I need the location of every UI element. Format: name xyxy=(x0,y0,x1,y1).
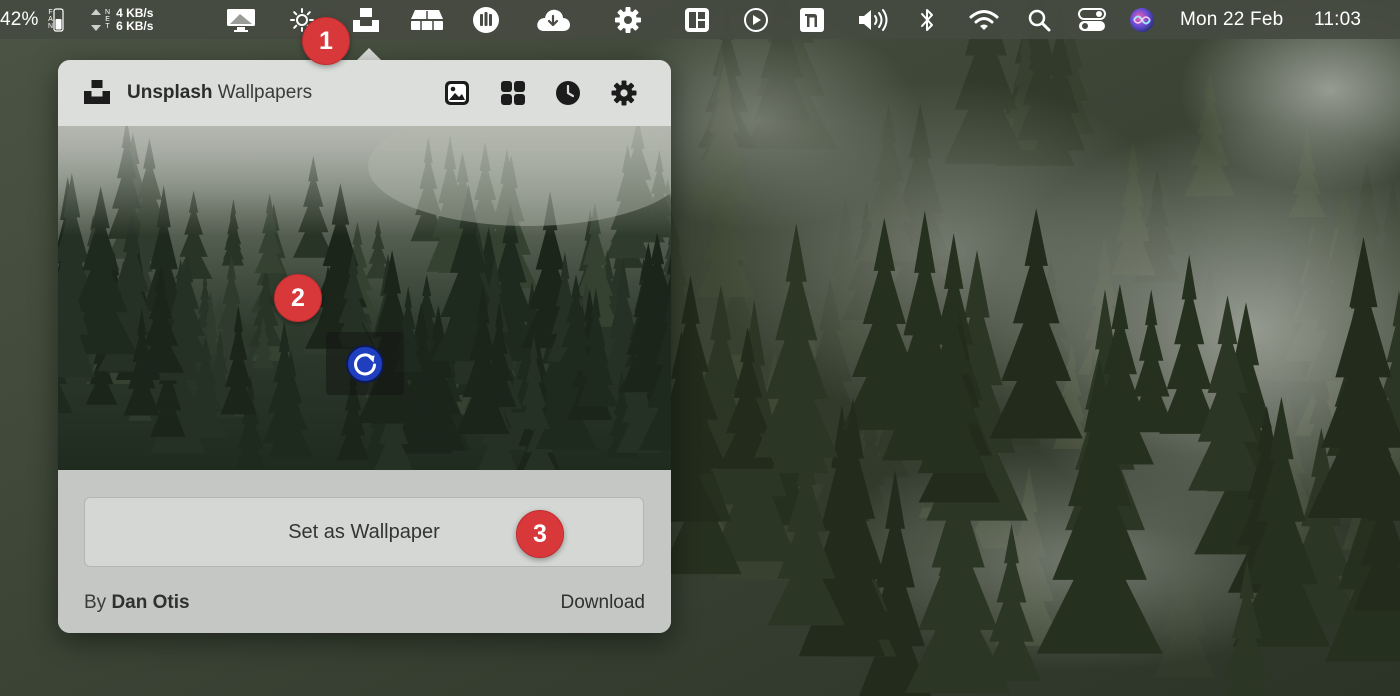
download-link[interactable]: Download xyxy=(561,592,646,614)
menu-bar: 42% F A N N E T 4 KB/s 6 KB/s Mon 22 Feb… xyxy=(0,0,1400,39)
notion-icon[interactable] xyxy=(797,0,827,39)
cloud-icon[interactable] xyxy=(532,0,574,39)
refresh-wallpaper-button[interactable] xyxy=(326,332,404,395)
annotation-badge-3: 3 xyxy=(516,510,564,558)
unsplash-logo-icon xyxy=(84,80,110,104)
upload-speed: 4 KB/s xyxy=(116,5,154,20)
display-icon[interactable] xyxy=(222,0,260,39)
bluetooth-icon[interactable] xyxy=(914,0,940,39)
siri-icon[interactable] xyxy=(1127,0,1157,39)
refresh-icon xyxy=(346,344,384,383)
photo-author: By Dan Otis xyxy=(84,592,190,613)
grid-icon[interactable] xyxy=(498,78,528,108)
wifi-icon[interactable] xyxy=(966,0,1002,39)
network-arrows-icon xyxy=(91,8,101,31)
date-display[interactable]: Mon 22 Feb xyxy=(1180,0,1304,39)
annotation-badge-2: 2 xyxy=(274,274,322,322)
volume-icon[interactable] xyxy=(855,0,891,39)
unsplash-wallpapers-popover: Unsplash Wallpapers Set as Wallpaper By … xyxy=(58,60,671,633)
annotation-badge-1: 1 xyxy=(302,17,350,65)
battery-percent: 42% xyxy=(0,8,39,30)
gear-icon[interactable] xyxy=(612,0,644,39)
layout-icon[interactable] xyxy=(682,0,712,39)
fan-gauge-icon xyxy=(53,7,64,32)
network-monitor[interactable]: N E T 4 KB/s 6 KB/s xyxy=(90,0,180,39)
download-speed: 6 KB/s xyxy=(116,18,154,33)
popover-title: Unsplash Wallpapers xyxy=(127,82,313,103)
wallpaper-preview xyxy=(58,126,671,470)
settings-icon[interactable] xyxy=(609,78,639,108)
unsplash-icon[interactable] xyxy=(349,0,383,39)
popover-footer: Set as Wallpaper By Dan Otis Download xyxy=(58,470,671,633)
net-label: N E T xyxy=(105,9,111,30)
control-center-icon[interactable] xyxy=(1074,0,1110,39)
toggl-icon[interactable] xyxy=(470,0,502,39)
image-icon[interactable] xyxy=(442,78,472,108)
author-name[interactable]: Dan Otis xyxy=(111,592,189,613)
search-icon[interactable] xyxy=(1024,0,1054,39)
fan-status[interactable]: F A N xyxy=(42,0,68,39)
desktop: 42% F A N N E T 4 KB/s 6 KB/s Mon 22 Feb… xyxy=(0,0,1400,696)
time-display[interactable]: 11:03 xyxy=(1314,0,1374,39)
battery-status[interactable]: 42% xyxy=(0,0,42,39)
clock-icon[interactable] xyxy=(553,78,583,108)
wallpaper-preview-image xyxy=(58,126,671,470)
drawers-icon[interactable] xyxy=(407,0,447,39)
popover-header: Unsplash Wallpapers xyxy=(58,60,671,126)
play-icon[interactable] xyxy=(741,0,771,39)
